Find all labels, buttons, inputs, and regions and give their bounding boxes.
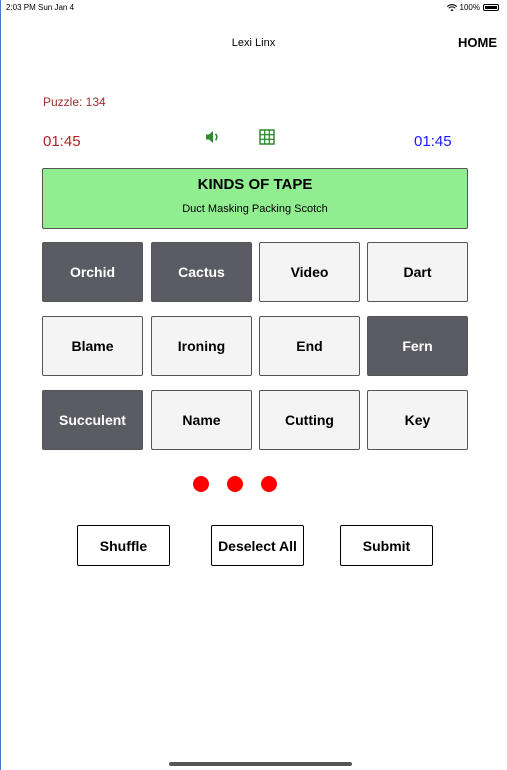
solved-group-card: KINDS OF TAPE Duct Masking Packing Scotc… [42,168,468,229]
grid-icon[interactable] [259,129,275,145]
timer-left: 01:45 [43,133,81,150]
solved-group-title: KINDS OF TAPE [197,176,313,193]
mistake-dot [227,476,243,492]
word-tile[interactable]: Dart [367,242,468,302]
solved-group-words: Duct Masking Packing Scotch [182,203,328,215]
puzzle-number: Puzzle: 134 [43,95,106,109]
timer-right: 01:45 [414,133,452,150]
word-tile-label: Cactus [178,264,225,280]
word-tile-label: Blame [71,338,114,354]
status-time: 2:03 PM Sun Jan 4 [6,3,75,12]
word-tile-label: Cutting [285,412,334,428]
word-tile-label: Key [404,412,431,428]
word-tile[interactable]: Cactus [151,242,252,302]
word-tile[interactable]: Key [367,390,468,450]
home-button[interactable]: HOME [458,35,497,50]
word-tile[interactable]: Orchid [42,242,143,302]
page-title: Lexi Linx [231,37,276,49]
word-tile[interactable]: Video [259,242,360,302]
word-tile[interactable]: Fern [367,316,468,376]
word-tile[interactable]: Ironing [151,316,252,376]
word-tile-label: Video [290,264,329,280]
word-tile-label: Name [182,412,221,428]
word-tile-label: Fern [402,338,433,354]
word-tile[interactable]: Cutting [259,390,360,450]
word-tile-label: Succulent [59,412,126,428]
mistake-dot [261,476,277,492]
wifi-icon [446,3,457,11]
home-indicator [169,762,352,766]
word-tile[interactable]: Succulent [42,390,143,450]
app-frame [0,0,507,770]
word-tile[interactable]: Name [151,390,252,450]
word-tile[interactable]: Blame [42,316,143,376]
battery-icon [483,4,499,11]
battery-percent: 100% [459,3,480,12]
word-tile[interactable]: End [259,316,360,376]
word-tile-label: Ironing [177,338,226,354]
word-tile-label: Orchid [69,264,116,280]
mistake-dot [193,476,209,492]
word-tile-label: Dart [403,264,432,280]
speaker-icon[interactable] [205,130,221,144]
submit-button[interactable]: Submit [340,525,433,566]
shuffle-button[interactable]: Shuffle [77,525,170,566]
status-bar: 2:03 PM Sun Jan 4 100% [0,0,507,14]
word-tile-label: End [296,338,323,354]
deselect-all-button[interactable]: Deselect All [211,525,304,566]
status-indicators: 100% [446,3,499,12]
